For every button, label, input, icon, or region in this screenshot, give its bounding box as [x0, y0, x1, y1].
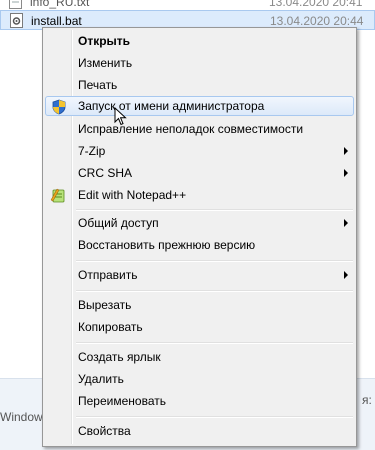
menu-item-label: Изменить [78, 56, 133, 70]
menu-item-label: Создать ярлык [78, 350, 161, 364]
menu-item-cut[interactable]: Вырезать [45, 295, 354, 315]
menu-separator [76, 290, 353, 292]
menu-item-label: Свойства [78, 424, 131, 438]
menu-item-send-to[interactable]: Отправить [45, 265, 354, 285]
menu-item-share[interactable]: Общий доступ [45, 213, 354, 233]
menu-item-label: 7-Zip [78, 144, 106, 158]
menu-item-label: Удалить [78, 372, 124, 386]
notepad-plus-plus-icon [50, 188, 65, 203]
menu-item-restore-previous[interactable]: Восстановить прежнюю версию [45, 235, 354, 255]
menu-separator [76, 260, 353, 262]
menu-item-label: Восстановить прежнюю версию [78, 238, 256, 252]
menu-item-label: Отправить [78, 268, 138, 282]
menu-item-troubleshoot-compat[interactable]: Исправление неполадок совместимости [45, 119, 354, 139]
status-right-text: я: [362, 393, 372, 407]
menu-item-label: Печать [78, 78, 118, 92]
batch-file-gear-icon [10, 13, 23, 28]
file-date: 13.04.2020 20:44 [270, 14, 364, 28]
menu-item-label: Запуск от имени администратора [78, 99, 265, 113]
menu-separator [76, 416, 353, 418]
status-left-text: Window [0, 410, 43, 424]
mouse-cursor-icon [114, 107, 127, 126]
submenu-arrow-icon [344, 169, 348, 177]
menu-item-copy[interactable]: Копировать [45, 317, 354, 337]
menu-separator [76, 342, 353, 344]
menu-item-edit[interactable]: Изменить [45, 53, 354, 73]
menu-item-label: Вырезать [78, 298, 132, 312]
menu-item-label: Общий доступ [78, 216, 159, 230]
menu-item-label: Копировать [78, 320, 143, 334]
submenu-arrow-icon [344, 219, 348, 227]
menu-item-rename[interactable]: Переименовать [45, 391, 354, 411]
menu-item-label: Переименовать [78, 394, 166, 408]
uac-shield-icon [52, 99, 66, 115]
menu-item-run-as-admin[interactable]: Запуск от имени администратора [45, 96, 354, 116]
menu-item-delete[interactable]: Удалить [45, 369, 354, 389]
menu-item-open[interactable]: Открыть [45, 31, 354, 51]
menu-item-label: CRC SHA [78, 166, 133, 180]
file-date: 13.04.2020 20:41 [269, 0, 363, 9]
submenu-arrow-icon [344, 147, 348, 155]
file-name: info_RU.txt [30, 0, 90, 9]
menu-separator [76, 209, 353, 211]
text-file-icon [9, 0, 22, 9]
menu-item-crc-sha[interactable]: CRC SHA [45, 163, 354, 183]
menu-item-create-shortcut[interactable]: Создать ярлык [45, 347, 354, 367]
file-name: install.bat [31, 14, 82, 28]
menu-item-edit-notepad-plus-plus[interactable]: Edit with Notepad++ [45, 185, 354, 205]
context-menu: Открыть Изменить Печать Запуск от имени … [42, 27, 357, 447]
submenu-arrow-icon [344, 271, 348, 279]
menu-item-label: Edit with Notepad++ [78, 188, 187, 202]
menu-item-print[interactable]: Печать [45, 75, 354, 95]
menu-item-properties[interactable]: Свойства [45, 421, 354, 441]
menu-item-7zip[interactable]: 7-Zip [45, 141, 354, 161]
menu-item-label: Открыть [78, 34, 131, 48]
menu-item-label: Исправление неполадок совместимости [78, 122, 304, 136]
